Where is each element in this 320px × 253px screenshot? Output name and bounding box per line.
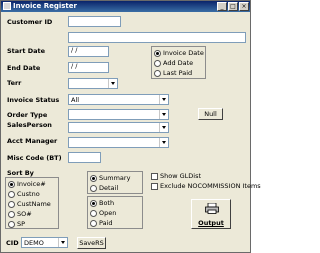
radio-icon bbox=[90, 219, 97, 227]
misc-code-input[interactable] bbox=[68, 152, 101, 163]
customer-id-input[interactable] bbox=[68, 16, 121, 27]
radio-icon bbox=[90, 184, 97, 192]
open-radio[interactable]: Open bbox=[90, 209, 116, 217]
date-type-group: Invoice Date Add Date Last Paid bbox=[151, 46, 206, 79]
save-rs-button[interactable]: SaveRS bbox=[77, 237, 106, 249]
radio-icon bbox=[8, 210, 15, 218]
invoice-status-label: Invoice Status bbox=[7, 96, 60, 104]
detail-level-group: Summary Detail bbox=[87, 171, 143, 194]
payment-status-group: Both Open Paid bbox=[87, 196, 143, 229]
detail-radio[interactable]: Detail bbox=[90, 184, 118, 192]
radio-icon bbox=[8, 190, 15, 198]
chevron-down-icon[interactable] bbox=[159, 110, 168, 119]
cid-value: DEMO bbox=[24, 239, 44, 247]
sort-custno-radio[interactable]: Custno bbox=[8, 190, 40, 198]
cid-label: CID bbox=[6, 239, 19, 247]
minimize-button[interactable]: _ bbox=[217, 2, 227, 11]
add-date-radio[interactable]: Add Date bbox=[154, 59, 193, 67]
radio-icon bbox=[8, 200, 15, 208]
sort-invoice-radio[interactable]: Invoice# bbox=[8, 180, 46, 188]
app-icon bbox=[3, 2, 11, 10]
sort-by-group: Invoice# Custno CustName SO# SP bbox=[5, 177, 59, 229]
radio-icon bbox=[154, 69, 161, 77]
terr-label: Terr bbox=[7, 79, 22, 87]
null-button[interactable]: Null bbox=[198, 108, 223, 120]
close-button[interactable]: × bbox=[239, 2, 249, 11]
start-date-label: Start Date bbox=[7, 47, 46, 55]
customer-name-input[interactable] bbox=[68, 32, 246, 43]
order-type-label: Order Type bbox=[7, 111, 48, 119]
chevron-down-icon[interactable] bbox=[159, 95, 168, 104]
end-date-label: End Date bbox=[7, 64, 41, 72]
radio-icon bbox=[90, 209, 97, 217]
invoice-status-combo[interactable]: All bbox=[68, 94, 169, 105]
invoice-status-value: All bbox=[71, 96, 80, 104]
sort-sp-radio[interactable]: SP bbox=[8, 220, 25, 228]
acct-manager-combo[interactable] bbox=[68, 137, 169, 148]
customer-id-label: Customer ID bbox=[7, 18, 53, 26]
radio-icon bbox=[154, 59, 161, 67]
printer-icon bbox=[205, 203, 219, 214]
radio-icon bbox=[8, 220, 15, 228]
output-button[interactable]: Output bbox=[191, 199, 231, 229]
checkbox-icon bbox=[151, 172, 158, 180]
maximize-button[interactable]: □ bbox=[228, 2, 238, 11]
misc-code-label: Misc Code (BT) bbox=[7, 154, 62, 162]
exclude-nocommission-checkbox[interactable]: Exclude NOCOMMISSION Items bbox=[151, 182, 261, 190]
chevron-down-icon[interactable] bbox=[108, 79, 117, 88]
sort-by-label: Sort By bbox=[7, 169, 34, 177]
chevron-down-icon[interactable] bbox=[159, 138, 168, 147]
invoice-register-window: Invoice Register _ □ × Customer ID Start… bbox=[0, 0, 261, 253]
chevron-down-icon[interactable] bbox=[159, 123, 168, 132]
end-date-input[interactable]: / / bbox=[68, 62, 109, 73]
summary-radio[interactable]: Summary bbox=[90, 174, 130, 182]
terr-combo[interactable] bbox=[68, 78, 118, 89]
show-gldist-checkbox[interactable]: Show GLDist bbox=[151, 172, 201, 180]
radio-icon bbox=[90, 174, 97, 182]
salesperson-label: SalesPerson bbox=[7, 121, 52, 129]
invoice-date-radio[interactable]: Invoice Date bbox=[154, 49, 204, 57]
output-label: Output bbox=[198, 219, 224, 227]
chevron-down-icon[interactable] bbox=[58, 238, 67, 247]
title-bar: Invoice Register _ □ × bbox=[1, 1, 250, 12]
last-paid-radio[interactable]: Last Paid bbox=[154, 69, 192, 77]
window-title: Invoice Register bbox=[13, 2, 77, 10]
radio-icon bbox=[8, 180, 15, 188]
start-date-input[interactable]: / / bbox=[68, 46, 109, 57]
cid-combo[interactable]: DEMO bbox=[21, 237, 68, 248]
salesperson-combo[interactable] bbox=[68, 122, 169, 133]
paid-radio[interactable]: Paid bbox=[90, 219, 113, 227]
radio-icon bbox=[90, 199, 97, 207]
both-radio[interactable]: Both bbox=[90, 199, 114, 207]
acct-manager-label: Acct Manager bbox=[7, 137, 58, 145]
sort-custname-radio[interactable]: CustName bbox=[8, 200, 51, 208]
radio-icon bbox=[154, 49, 161, 57]
sort-so-radio[interactable]: SO# bbox=[8, 210, 32, 218]
checkbox-icon bbox=[151, 182, 158, 190]
order-type-combo[interactable] bbox=[68, 109, 169, 120]
